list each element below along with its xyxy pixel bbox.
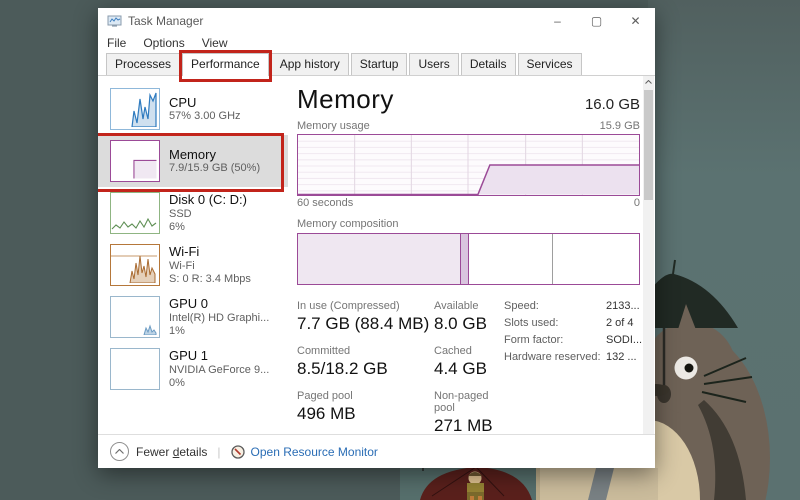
tab-services[interactable]: Services <box>518 53 582 75</box>
open-resource-monitor-link[interactable]: Open Resource Monitor <box>251 445 378 459</box>
axis-label-right: 0 <box>634 197 640 209</box>
sidebar-item-cpu[interactable]: CPU 57% 3.00 GHz <box>98 83 288 135</box>
total-memory-value: 16.0 GB <box>585 96 640 115</box>
sidebar-cpu-stats: 57% 3.00 GHz <box>169 110 241 123</box>
axis-label-left: 60 seconds <box>297 197 353 209</box>
footer-divider: | <box>217 445 220 459</box>
stat-cached-label: Cached <box>434 345 509 357</box>
menu-bar: File Options View <box>98 34 655 52</box>
composition-segment-free <box>553 234 639 284</box>
stat-in-use-value: 7.7 GB (88.4 MB) <box>297 314 434 334</box>
hardware-details: Speed: 2133... Slots used: 2 of 4 Form f… <box>504 300 652 435</box>
detail-speed-label: Speed: <box>504 300 606 312</box>
tab-processes[interactable]: Processes <box>106 53 180 75</box>
task-manager-window: Task Manager – ▢ ✕ File Options View Pro… <box>98 8 655 468</box>
detail-slots-label: Slots used: <box>504 317 606 329</box>
footer-bar: Fewer details | Open Resource Monitor <box>98 434 655 468</box>
sidebar-disk-type: SSD <box>169 208 247 221</box>
fewer-details-button[interactable]: Fewer details <box>136 445 207 459</box>
performance-content: CPU 57% 3.00 GHz Memory 7.9/15.9 GB (50%… <box>98 75 655 435</box>
performance-sidebar: CPU 57% 3.00 GHz Memory 7.9/15.9 GB (50%… <box>98 83 288 435</box>
sidebar-gpu1-stats: 0% <box>169 377 269 390</box>
sidebar-gpu0-name: Intel(R) HD Graphi... <box>169 312 269 325</box>
sidebar-gpu1-name: NVIDIA GeForce 9... <box>169 364 269 377</box>
sidebar-disk-stats: 6% <box>169 221 247 234</box>
close-button[interactable]: ✕ <box>616 8 655 34</box>
vertical-scrollbar[interactable] <box>643 76 654 434</box>
stat-non-paged-pool-value: 271 MB <box>434 416 509 435</box>
wifi-mini-chart <box>110 244 160 286</box>
sidebar-gpu0-stats: 1% <box>169 325 269 338</box>
memory-detail-panel: Memory 16.0 GB Memory usage 15.9 GB <box>297 83 640 435</box>
tab-performance[interactable]: Performance <box>182 53 269 76</box>
sidebar-gpu0-title: GPU 0 <box>169 296 269 312</box>
sidebar-cpu-title: CPU <box>169 95 241 111</box>
sidebar-wifi-stats: S: 0 R: 3.4 Mbps <box>169 273 251 286</box>
stat-in-use-label: In use (Compressed) <box>297 300 434 312</box>
memory-usage-label: Memory usage <box>297 120 370 132</box>
sidebar-disk-title: Disk 0 (C: D:) <box>169 192 247 208</box>
menu-view[interactable]: View <box>202 36 228 50</box>
sidebar-wifi-title: Wi-Fi <box>169 244 251 260</box>
sidebar-gpu1-title: GPU 1 <box>169 348 269 364</box>
tab-details[interactable]: Details <box>461 53 516 75</box>
gpu0-mini-chart <box>110 296 160 338</box>
composition-segment-modified <box>461 234 469 284</box>
stat-non-paged-pool-label: Non-paged pool <box>434 390 509 414</box>
scrollbar-thumb[interactable] <box>644 90 653 200</box>
memory-composition-label: Memory composition <box>297 218 640 230</box>
tab-bar: Processes Performance App history Startu… <box>98 52 655 76</box>
memory-usage-max: 15.9 GB <box>600 120 640 132</box>
maximize-button[interactable]: ▢ <box>577 8 616 34</box>
stat-paged-pool-label: Paged pool <box>297 390 434 402</box>
stat-available-label: Available <box>434 300 509 312</box>
stat-committed-value: 8.5/18.2 GB <box>297 359 434 379</box>
scrollbar-up-arrow-icon[interactable] <box>643 76 654 88</box>
panel-title: Memory <box>297 84 394 115</box>
detail-form-factor-label: Form factor: <box>504 334 606 346</box>
sidebar-item-disk[interactable]: Disk 0 (C: D:) SSD 6% <box>98 187 288 239</box>
memory-mini-chart <box>110 140 160 182</box>
tab-startup[interactable]: Startup <box>351 53 408 75</box>
menu-file[interactable]: File <box>107 36 126 50</box>
sidebar-item-gpu0[interactable]: GPU 0 Intel(R) HD Graphi... 1% <box>98 291 288 343</box>
sidebar-memory-title: Memory <box>169 147 260 163</box>
sidebar-item-gpu1[interactable]: GPU 1 NVIDIA GeForce 9... 0% <box>98 343 288 395</box>
resource-monitor-icon <box>231 445 245 459</box>
menu-options[interactable]: Options <box>143 36 184 50</box>
window-title: Task Manager <box>128 14 538 28</box>
gpu1-mini-chart <box>110 348 160 390</box>
task-manager-app-icon <box>107 15 122 28</box>
sidebar-memory-stats: 7.9/15.9 GB (50%) <box>169 162 260 175</box>
memory-stats: In use (Compressed) 7.7 GB (88.4 MB) Ava… <box>297 300 640 435</box>
sidebar-item-wifi[interactable]: Wi-Fi Wi-Fi S: 0 R: 3.4 Mbps <box>98 239 288 291</box>
chevron-up-circle-icon <box>110 442 129 461</box>
minimize-button[interactable]: – <box>538 8 577 34</box>
cpu-mini-chart <box>110 88 160 130</box>
stat-available-value: 8.0 GB <box>434 314 509 334</box>
memory-composition-bar <box>297 233 640 285</box>
wallpaper-bottom-strip <box>400 466 660 500</box>
title-bar: Task Manager – ▢ ✕ <box>98 8 655 34</box>
composition-segment-standby <box>469 234 554 284</box>
detail-hw-reserved-label: Hardware reserved: <box>504 351 606 363</box>
stat-committed-label: Committed <box>297 345 434 357</box>
sidebar-wifi-name: Wi-Fi <box>169 260 251 273</box>
stat-cached-value: 4.4 GB <box>434 359 509 379</box>
disk-mini-chart <box>110 192 160 234</box>
tab-users[interactable]: Users <box>409 53 458 75</box>
composition-segment-in-use <box>298 234 461 284</box>
wallpaper-teal-panel <box>648 0 800 500</box>
tab-app-history[interactable]: App history <box>271 53 349 75</box>
memory-usage-chart <box>297 134 640 196</box>
sidebar-item-memory[interactable]: Memory 7.9/15.9 GB (50%) <box>98 135 288 187</box>
stat-paged-pool-value: 496 MB <box>297 404 434 424</box>
